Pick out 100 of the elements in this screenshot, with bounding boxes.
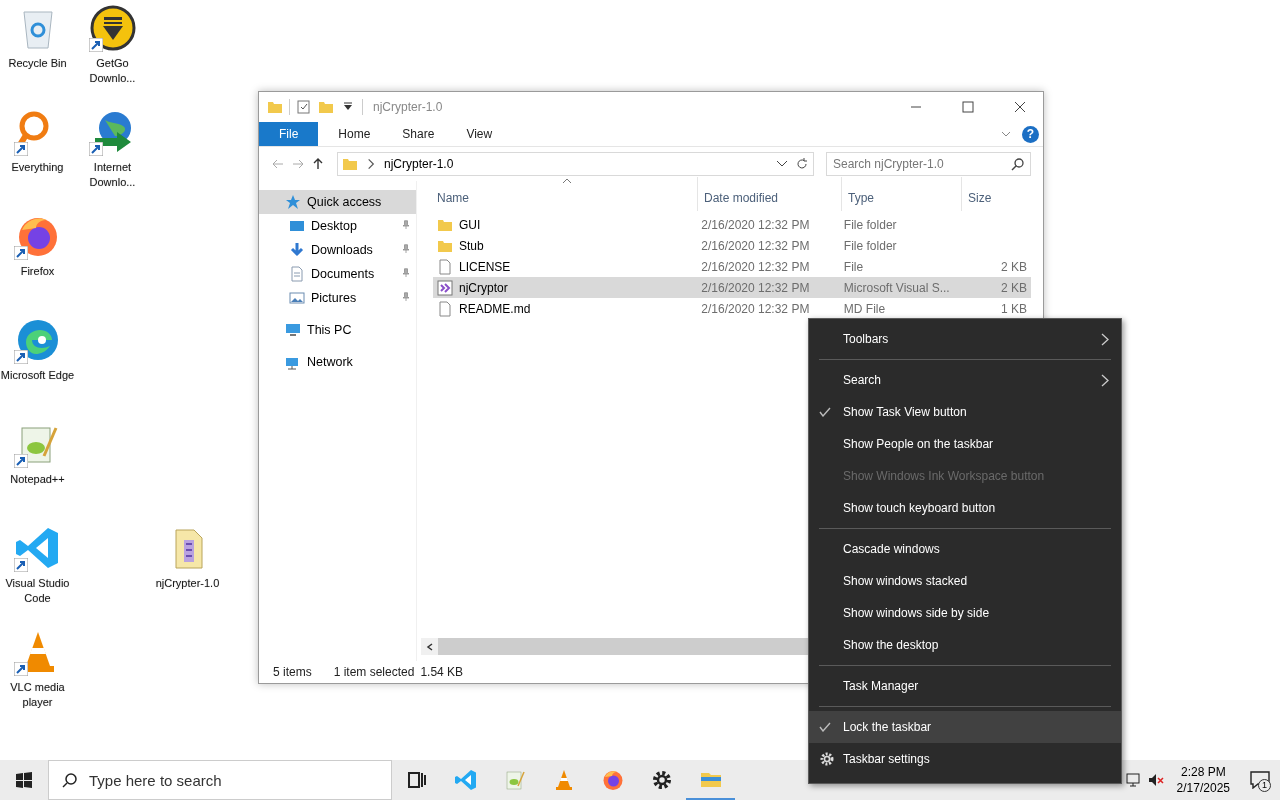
menu-item[interactable]: Lock the taskbar (809, 711, 1121, 743)
file-size-cell-text: 2 KB (1000, 259, 1028, 274)
speech-bubble-icon (1250, 771, 1270, 789)
file-size-cell-text: 2 KB (1000, 280, 1028, 295)
windows-logo-icon (16, 772, 32, 788)
navigation-label: Documents (311, 267, 376, 281)
help-button[interactable]: ? (1022, 125, 1039, 143)
file-type-cell-text: MD File (842, 301, 887, 316)
file-icon (437, 258, 453, 275)
navigation-label: This PC (307, 323, 353, 337)
selection-size: 1.54 KB (420, 665, 464, 679)
navigation-label: Network (307, 355, 354, 369)
menu-item[interactable]: Toolbars (809, 323, 1121, 355)
clock-time[interactable]: 2:28 PM (1180, 764, 1226, 780)
navigation-label: Desktop (311, 219, 358, 233)
desktop-icon-label[interactable]: Microsoft Edge (0, 368, 75, 383)
ribbon-tab[interactable]: Home (322, 122, 387, 146)
file-menu-tab[interactable]: File (259, 122, 319, 146)
file-type-cell-text: Microsoft Visual S... (842, 280, 951, 295)
forward-icon (291, 157, 305, 171)
address-bar[interactable]: njCrypter-1.0 (337, 152, 814, 176)
desktop-icon-label[interactable]: Everything (0, 160, 75, 175)
navigation-item[interactable]: Downloads (259, 238, 416, 262)
star-icon (285, 194, 301, 210)
menu-item[interactable]: Search (809, 364, 1121, 396)
folder-icon (267, 99, 283, 115)
solution-file-icon (437, 279, 453, 296)
file-name: Stub (459, 238, 484, 253)
menu-item[interactable]: Task Manager (809, 670, 1121, 702)
clock-date[interactable]: 2/17/2025 (1176, 780, 1230, 796)
document-icon (289, 266, 305, 282)
column-header[interactable]: Name (437, 191, 469, 205)
address-path: njCrypter-1.0 (384, 157, 455, 171)
ribbon-tab[interactable]: Share (386, 122, 451, 146)
file-row[interactable]: LICENSE 2/16/2020 12:32 PM File 2 KB (433, 256, 1031, 277)
desktop-icon-label[interactable]: Visual Studio Code (0, 576, 75, 606)
menu-item[interactable]: Show Task View button (809, 396, 1121, 428)
file-name: GUI (459, 217, 481, 232)
desktop-icon-label[interactable]: Firefox (0, 264, 75, 279)
navigation-label: Downloads (311, 243, 374, 257)
file-name: README.md (459, 301, 531, 316)
file-row[interactable]: GUI 2/16/2020 12:32 PM File folder (433, 214, 1031, 235)
navigation-item[interactable]: This PC (259, 318, 416, 342)
speaker-muted-icon (1147, 772, 1164, 788)
menu-item[interactable]: Show touch keyboard button (809, 492, 1121, 524)
navigation-item[interactable]: Pictures (259, 286, 416, 310)
refresh-icon (795, 157, 809, 171)
ribbon-tab[interactable]: View (450, 122, 509, 146)
navigation-item[interactable]: Desktop (259, 214, 416, 238)
navigation-item[interactable]: Documents (259, 262, 416, 286)
selection-count: 1 item selected (333, 665, 415, 679)
search-icon (62, 772, 78, 788)
download-circle-icon (88, 4, 137, 52)
desktop-icon-label[interactable]: Internet Downlo... (75, 160, 150, 190)
menu-item[interactable]: Show windows side by side (809, 597, 1121, 629)
desktop-icon-label[interactable]: njCrypter-1.0 (150, 576, 225, 591)
picture-icon (289, 290, 305, 306)
desktop-icon-label[interactable]: VLC media player (0, 680, 75, 710)
file-name: njCryptor (459, 280, 508, 295)
file-type-cell-text: File folder (842, 217, 898, 232)
file-size-cell-text: 1 KB (1000, 301, 1028, 316)
notification-count: 1 (1258, 779, 1271, 792)
settings-icon (820, 752, 834, 766)
back-icon (271, 157, 285, 171)
menu-item[interactable]: Show People on the taskbar (809, 428, 1121, 460)
menu-item[interactable]: Taskbar settings (809, 743, 1121, 775)
notification-button[interactable]: 1 (1240, 760, 1280, 800)
navigation-label: Pictures (311, 291, 358, 305)
file-row[interactable]: njCryptor 2/16/2020 12:32 PM Microsoft Visual S... 2 KB (433, 277, 1031, 298)
navigation-item[interactable]: Quick access (259, 190, 416, 214)
menu-item[interactable]: Show windows stacked (809, 565, 1121, 597)
desktop-icon-label[interactable]: Recycle Bin (0, 56, 75, 71)
properties-icon (296, 99, 312, 115)
maximize-icon[interactable] (962, 101, 974, 113)
download-arrow-icon (289, 242, 305, 258)
scroll-left-icon (425, 642, 434, 651)
search-field[interactable]: Search njCrypter-1.0 (826, 152, 1031, 176)
date-modified-cell-text: 2/16/2020 12:32 PM (700, 301, 811, 316)
file-row[interactable]: README.md 2/16/2020 12:32 PM MD File 1 KB (433, 298, 1031, 319)
file-type-cell-text: File folder (842, 238, 898, 253)
taskbar-search-field[interactable]: Type here to search (48, 760, 392, 800)
file-row[interactable]: Stub 2/16/2020 12:32 PM File folder (433, 235, 1031, 256)
column-header[interactable]: Date modified (704, 191, 779, 205)
code-editor-icon (453, 768, 478, 792)
desktop-icon-label[interactable]: GetGo Downlo... (75, 56, 150, 86)
file-name: LICENSE (459, 259, 511, 274)
item-count: 5 items (273, 665, 312, 679)
up-icon (311, 157, 325, 171)
date-modified-cell-text: 2/16/2020 12:32 PM (700, 259, 811, 274)
menu-item[interactable]: Show the desktop (809, 629, 1121, 661)
column-header[interactable]: Size (968, 191, 992, 205)
new-folder-icon (318, 99, 334, 115)
date-modified-cell-text: 2/16/2020 12:32 PM (700, 217, 811, 232)
column-header[interactable]: Type (848, 191, 874, 205)
desktop-icon-label[interactable]: Notepad++ (0, 472, 75, 487)
navigation-item[interactable]: Network (259, 350, 416, 374)
close-icon[interactable] (1014, 101, 1026, 113)
menu-item[interactable]: Cascade windows (809, 533, 1121, 565)
date-modified-cell-text: 2/16/2020 12:32 PM (700, 280, 811, 295)
date-modified-cell-text: 2/16/2020 12:32 PM (700, 238, 811, 253)
